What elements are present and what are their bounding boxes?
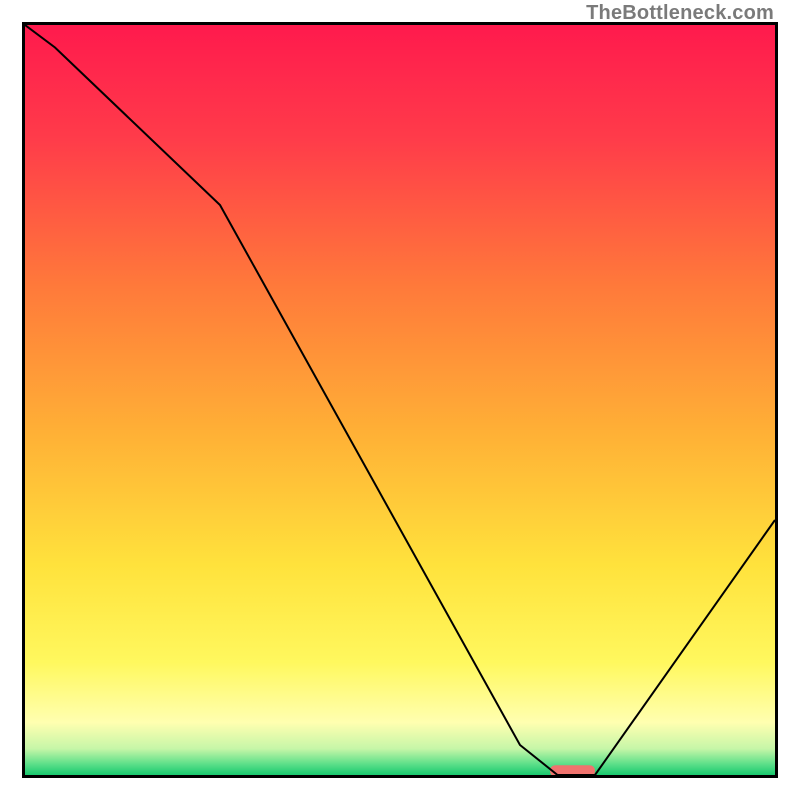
chart-background-gradient xyxy=(25,25,775,775)
chart-frame xyxy=(22,22,778,778)
